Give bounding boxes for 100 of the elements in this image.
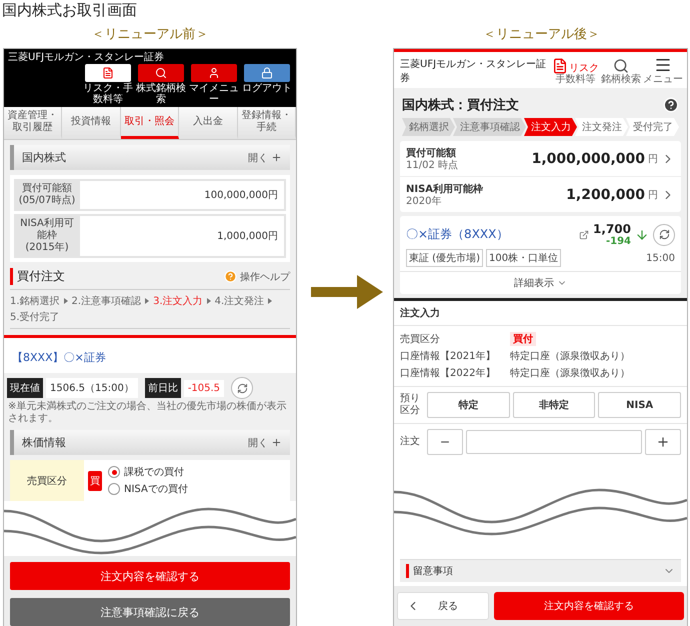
details-toggle[interactable]: 詳細表示 bbox=[400, 271, 681, 294]
field-label: 売買区分 bbox=[10, 460, 84, 501]
help-icon bbox=[224, 270, 237, 283]
price-value: 1506.5（15:00） bbox=[46, 378, 138, 398]
balance-date: 2020年 bbox=[406, 196, 442, 207]
notes-title: 留意事項 bbox=[406, 564, 453, 578]
header-button[interactable]: ログアウト bbox=[242, 64, 292, 105]
info-label: 口座情報【2022年】 bbox=[400, 366, 496, 380]
header-button[interactable]: リスク・手数料等 bbox=[83, 64, 133, 105]
stock-link[interactable]: 【8XXX】〇×証券 bbox=[12, 351, 106, 364]
brand-logo: 三菱UFJモルガン・スタンレー証券 bbox=[8, 52, 166, 64]
currency-unit: 円 bbox=[648, 152, 658, 166]
balance-label: 買付可能額 (05/07時点) bbox=[18, 182, 76, 208]
refresh-button[interactable] bbox=[653, 224, 675, 246]
person-icon bbox=[208, 67, 220, 79]
info-value: 特定口座（源泉徴収あり） bbox=[510, 350, 630, 363]
change-label: 前日比 bbox=[144, 378, 181, 398]
expand-toggle[interactable]: 開く bbox=[248, 150, 282, 164]
step-arrow-icon bbox=[145, 298, 150, 304]
column-label: ＜リニューアル前＞ bbox=[92, 26, 208, 43]
header-button[interactable]: マイメニュー bbox=[189, 64, 239, 105]
balance-label: NISA利用可能枠 (2015年) bbox=[19, 216, 75, 255]
step-label: 1.銘柄選択 bbox=[10, 294, 60, 308]
page-title: 国内株式：買付注文 bbox=[402, 96, 519, 114]
refresh-button[interactable] bbox=[231, 377, 254, 399]
nav-tab[interactable]: 取引・照会 bbox=[120, 107, 180, 139]
step-label: 4.注文発注 bbox=[214, 294, 264, 308]
price-time: 15:00 bbox=[646, 252, 675, 264]
back-button[interactable]: 注意事項確認に戻る bbox=[10, 598, 290, 626]
confirm-button[interactable]: 注文内容を確認する bbox=[10, 562, 290, 590]
price-label: 現在値 bbox=[7, 378, 43, 398]
step-label: 2.注意事項確認 bbox=[72, 294, 142, 308]
right-arrow-icon bbox=[310, 275, 382, 309]
field-label: 注文 bbox=[400, 436, 420, 448]
expand-toggle[interactable]: 開く bbox=[248, 436, 282, 450]
nav-tab[interactable]: 投資情報 bbox=[62, 107, 121, 139]
info-value: 特定口座（源泉徴収あり） bbox=[510, 366, 630, 380]
external-link-icon[interactable] bbox=[579, 230, 590, 240]
step-label: 注文発注 bbox=[575, 118, 628, 136]
radio-option[interactable]: 課税での買付 bbox=[108, 465, 188, 479]
header-button[interactable]: 銘柄検索 bbox=[601, 56, 641, 85]
step-label: 受付完了 bbox=[626, 118, 679, 136]
plus-icon bbox=[271, 437, 282, 448]
radio-option[interactable]: NISAでの買付 bbox=[108, 482, 188, 496]
header-button[interactable]: メニュー bbox=[643, 56, 683, 85]
buy-badge: 買付 bbox=[510, 332, 536, 346]
price-value: 1,700 bbox=[593, 222, 631, 236]
step-arrow-icon bbox=[206, 298, 211, 304]
buy-badge: 買 bbox=[88, 470, 102, 490]
option-button[interactable]: NISA bbox=[598, 392, 681, 418]
option-button[interactable]: 特定 bbox=[427, 392, 510, 418]
nav-tab[interactable]: 資産管理・取引履歴 bbox=[4, 107, 62, 139]
step-arrow-icon bbox=[64, 298, 68, 304]
order-title: 買付注文 bbox=[10, 268, 65, 285]
confirm-button[interactable]: 注文内容を確認する bbox=[494, 592, 684, 620]
section-title: 国内株式 bbox=[22, 150, 66, 165]
change-value: -194 bbox=[606, 236, 631, 247]
help-link[interactable]: 操作ヘルプ bbox=[224, 270, 290, 284]
balance-date: 11/02 時点 bbox=[406, 160, 458, 171]
search-icon bbox=[613, 58, 629, 74]
back-button[interactable]: 戻る bbox=[397, 592, 489, 620]
search-icon bbox=[155, 67, 167, 79]
step-label: 注文入力 bbox=[524, 118, 577, 136]
change-value: -105.5 bbox=[184, 380, 224, 396]
info-label: 売買区分 bbox=[400, 332, 441, 346]
document-icon bbox=[552, 58, 568, 74]
header-button[interactable]: リスク 手数料等 bbox=[552, 56, 599, 85]
info-label: 口座情報【2021年】 bbox=[400, 350, 496, 363]
market-tag: 東証 (優先市場) bbox=[406, 249, 483, 267]
note-text: ※単元未満株式のご注文の場合、当社の優先市場の株価が表示されます。 bbox=[7, 401, 288, 425]
refresh-icon bbox=[236, 382, 248, 394]
market-tag: 100株・口単位 bbox=[486, 249, 562, 267]
column-label: ＜リニューアル後＞ bbox=[483, 26, 600, 43]
help-icon[interactable] bbox=[663, 97, 679, 113]
nav-tab[interactable]: 登録情報・手続 bbox=[238, 107, 296, 139]
currency-unit: 円 bbox=[648, 188, 658, 202]
balance-value: 100,000,000円 bbox=[80, 181, 284, 209]
nav-tab[interactable]: 入出金 bbox=[179, 107, 238, 139]
field-label: 預り区分 bbox=[400, 393, 420, 417]
quantity-field[interactable] bbox=[466, 430, 642, 454]
balance-label: NISA利用可能枠 bbox=[406, 182, 484, 196]
option-button[interactable]: 非特定 bbox=[512, 392, 596, 418]
plus-icon bbox=[656, 435, 670, 449]
document-icon bbox=[102, 67, 114, 79]
section-title: 注文入力 bbox=[394, 301, 687, 326]
stock-name[interactable]: 〇×証券（8XXX） bbox=[406, 226, 576, 243]
menu-icon bbox=[654, 56, 672, 74]
step-arrow-icon bbox=[268, 298, 272, 304]
balance-value: 1,000,000円 bbox=[80, 216, 284, 256]
plus-icon bbox=[271, 152, 282, 163]
lock-icon bbox=[261, 67, 273, 79]
balance-label: 買付可能額 bbox=[406, 146, 457, 160]
step-label: 注意事項確認 bbox=[453, 118, 526, 136]
step-label: 5.受付完了 bbox=[10, 310, 60, 324]
step-label: 銘柄選択 bbox=[402, 118, 455, 136]
header-button[interactable]: 株式銘柄検索 bbox=[136, 64, 186, 105]
balance-value: 1,000,000,000 bbox=[532, 150, 645, 166]
refresh-icon bbox=[658, 229, 670, 240]
balance-value: 1,200,000 bbox=[566, 186, 645, 202]
page-heading: 国内株式お取引画面 bbox=[1, 0, 138, 20]
